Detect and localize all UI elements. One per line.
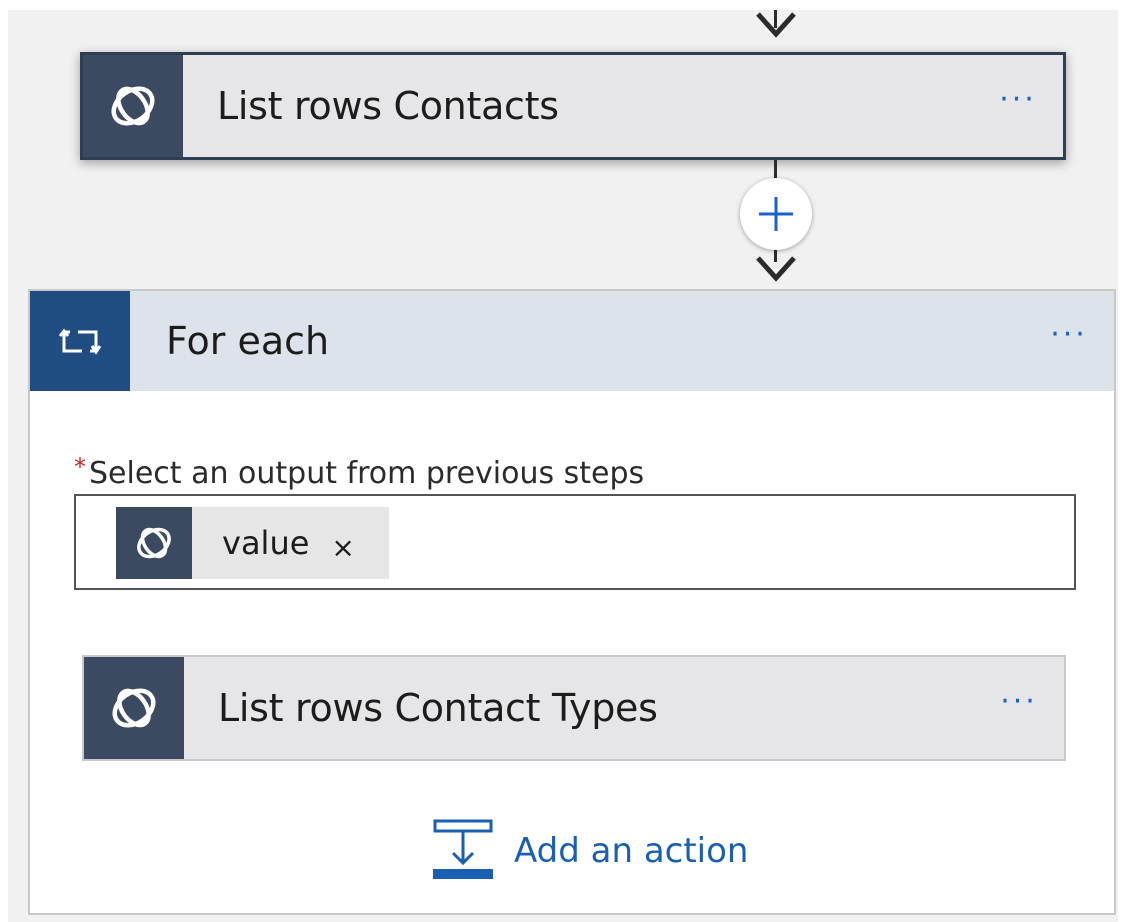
plus-icon xyxy=(759,197,793,231)
output-select-field[interactable]: value × xyxy=(74,494,1076,590)
connector-line xyxy=(774,160,777,180)
token-remove-button[interactable]: × xyxy=(309,507,388,579)
for-each-container: For each ··· * Select an output from prev… xyxy=(28,289,1116,915)
insert-step-button[interactable] xyxy=(740,178,812,250)
add-an-action-button[interactable]: Add an action xyxy=(430,819,748,883)
add-action-icon xyxy=(433,819,493,879)
action-card-title: List rows Contacts xyxy=(217,84,559,128)
connector-arrow-icon xyxy=(756,256,796,282)
field-label-text: Select an output from previous steps xyxy=(89,456,645,491)
loop-icon xyxy=(30,291,130,391)
dataverse-icon xyxy=(83,55,183,157)
field-label: * Select an output from previous steps xyxy=(74,453,644,491)
dataverse-icon xyxy=(84,657,184,759)
add-an-action-label: Add an action xyxy=(514,831,749,871)
dynamic-content-token[interactable]: value × xyxy=(116,507,389,579)
flow-designer-canvas: List rows Contacts ··· For each ··· * Se… xyxy=(0,0,1130,922)
connector-arrow-icon xyxy=(756,12,796,38)
action-card-list-rows-contact-types[interactable]: List rows Contact Types ··· xyxy=(82,655,1066,761)
for-each-header[interactable]: For each ··· xyxy=(30,291,1114,391)
for-each-title: For each xyxy=(166,319,330,363)
action-card-list-rows-contacts[interactable]: List rows Contacts ··· xyxy=(80,52,1066,160)
more-options-button[interactable]: ··· xyxy=(1024,291,1114,391)
dataverse-icon xyxy=(116,507,192,579)
more-options-button[interactable]: ··· xyxy=(973,55,1063,157)
token-label: value xyxy=(222,524,310,562)
action-card-title: List rows Contact Types xyxy=(218,686,658,730)
more-options-button[interactable]: ··· xyxy=(974,657,1064,759)
required-marker: * xyxy=(74,453,86,481)
